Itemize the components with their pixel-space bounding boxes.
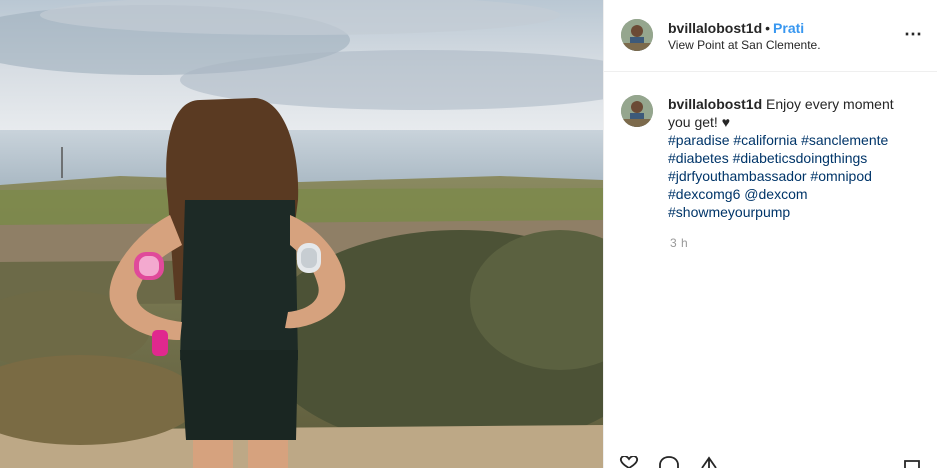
- hashtag-link[interactable]: #paradise: [668, 132, 730, 148]
- hashtag-link[interactable]: #diabetes: [668, 150, 729, 166]
- hashtag-link[interactable]: #showmeyourpump: [668, 204, 790, 220]
- username-link[interactable]: bvillalobost1d: [668, 20, 762, 36]
- post-photo[interactable]: [0, 0, 603, 468]
- hashtag-link[interactable]: #omnipod: [810, 168, 872, 184]
- separator-dot: •: [765, 20, 771, 36]
- hashtag-link[interactable]: #dexcomg6: [668, 186, 740, 202]
- hashtag-link[interactable]: #california: [733, 132, 797, 148]
- hashtag-list: #paradise #california #sanclemente #diab…: [668, 131, 918, 221]
- post-caption: bvillalobost1d Enjoy every moment you ge…: [668, 95, 918, 221]
- post-header: bvillalobost1d • Prati View Point at San C…: [604, 0, 937, 72]
- follow-button[interactable]: Prati: [773, 20, 804, 36]
- bookmark-icon[interactable]: [903, 460, 921, 468]
- post-side-panel: bvillalobost1d • Prati View Point at San C…: [603, 0, 937, 468]
- more-options-icon[interactable]: ⋯: [904, 24, 923, 45]
- header-username-line: bvillalobost1d • Prati: [668, 20, 804, 36]
- hashtag-link[interactable]: #sanclemente: [801, 132, 888, 148]
- hashtag-link[interactable]: #diabeticsdoingthings: [733, 150, 868, 166]
- caption-username[interactable]: bvillalobost1d: [668, 96, 762, 112]
- hashtag-link[interactable]: #jdrfyouthambassador: [668, 168, 807, 184]
- location-link[interactable]: View Point at San Clemente.: [668, 38, 821, 52]
- caption-avatar[interactable]: [621, 95, 653, 127]
- avatar[interactable]: [621, 19, 653, 51]
- comment-icon[interactable]: [658, 456, 680, 468]
- heart-icon[interactable]: [618, 456, 640, 468]
- post-timestamp[interactable]: 3 h: [670, 236, 688, 250]
- share-icon[interactable]: [698, 456, 720, 468]
- mention-link[interactable]: @dexcom: [744, 186, 807, 202]
